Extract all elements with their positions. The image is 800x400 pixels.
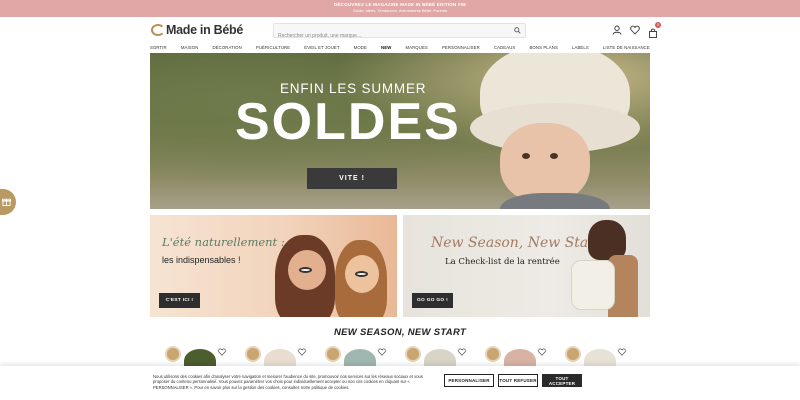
wishlist-heart-icon[interactable] bbox=[298, 343, 306, 356]
nav-labels[interactable]: LABELS bbox=[572, 45, 589, 50]
wishlist-heart-icon[interactable] bbox=[378, 343, 386, 356]
nav-bons-plans[interactable]: BONS PLANS bbox=[529, 45, 557, 50]
topbar-subtitle: Guide, idées, Tendances, événements Bébé… bbox=[352, 8, 448, 13]
label-badge bbox=[325, 346, 341, 362]
promo-child-hair bbox=[588, 220, 626, 260]
gift-tab[interactable] bbox=[0, 189, 16, 215]
cookie-accept-button[interactable]: TOUT ACCEPTER bbox=[542, 374, 582, 387]
hero-eye-right bbox=[550, 153, 558, 159]
hero-child-face bbox=[500, 123, 590, 203]
label-badge bbox=[245, 346, 261, 362]
hero-child-body bbox=[500, 193, 610, 209]
nav-maison[interactable]: MAISON bbox=[181, 45, 199, 50]
cookie-message: Nous utilisons des cookies afin d'analys… bbox=[153, 374, 423, 390]
promo-summer-heading: L'été naturellement : bbox=[162, 235, 285, 249]
promo-school-heading: New Season, New Start bbox=[431, 235, 601, 251]
nav-cadeaux[interactable]: CADEAUX bbox=[494, 45, 515, 50]
user-icon[interactable] bbox=[612, 25, 622, 35]
label-badge bbox=[165, 346, 181, 362]
wishlist-heart-icon[interactable] bbox=[458, 343, 466, 356]
label-badge bbox=[405, 346, 421, 362]
wishlist-heart-icon[interactable] bbox=[618, 343, 626, 356]
sunglasses-2 bbox=[355, 271, 368, 277]
promo-school-subtitle: La Check-list de la rentrée bbox=[445, 257, 560, 267]
nav-decoration[interactable]: DÉCORATION bbox=[212, 45, 241, 50]
logo-mark bbox=[151, 24, 165, 36]
cookie-refuse-button[interactable]: TOUT REFUSER bbox=[498, 374, 538, 387]
section-title: NEW SEASON, NEW START bbox=[333, 327, 467, 338]
promo-school-button[interactable]: GO GO GO ! bbox=[412, 293, 453, 308]
label-badge bbox=[485, 346, 501, 362]
nav-mode[interactable]: MODE bbox=[354, 45, 367, 50]
gift-icon bbox=[2, 198, 11, 206]
cookie-personalize-button[interactable]: PERSONNALISER bbox=[444, 374, 494, 387]
sunglasses-1 bbox=[299, 267, 312, 273]
cookie-banner: Nous utilisons des cookies afin d'analys… bbox=[0, 366, 800, 400]
wishlist-heart-icon[interactable] bbox=[538, 343, 546, 356]
search-input[interactable] bbox=[274, 29, 504, 43]
nav-marques[interactable]: MARQUES bbox=[405, 45, 427, 50]
promo-backpack bbox=[571, 260, 615, 310]
heart-icon[interactable] bbox=[630, 25, 640, 35]
nav-personnaliser[interactable]: PERSONNALISER bbox=[442, 45, 480, 50]
site-header: Made in Bébé 0 bbox=[0, 17, 800, 43]
logo-text: Made in Bébé bbox=[166, 23, 243, 37]
search-box bbox=[273, 23, 526, 43]
bag-icon bbox=[649, 28, 657, 38]
promo-summer[interactable]: L'été naturellement : les indispensables… bbox=[150, 215, 397, 317]
nav-liste-naissance[interactable]: LISTE DE NAISSANCE bbox=[603, 45, 650, 50]
main-nav: SORTIR MAISON DÉCORATION PUÉRICULTURE ÉVEIL … bbox=[150, 43, 650, 51]
promo-back-to-school[interactable]: New Season, New Start La Check-list de l… bbox=[403, 215, 650, 317]
header-icons: 0 bbox=[612, 22, 661, 38]
topbar-title: DÉCOUVREZ LE MAGAZINE MADE IN BÉBÉ ÉDITI… bbox=[334, 2, 466, 7]
hero-banner[interactable]: ENFIN LES SUMMER SOLDES VITE ! bbox=[150, 53, 650, 209]
wishlist-heart-icon[interactable] bbox=[218, 343, 226, 356]
site-logo[interactable]: Made in Bébé bbox=[151, 22, 243, 38]
hero-eye-left bbox=[522, 153, 530, 159]
search-icon[interactable] bbox=[514, 27, 521, 34]
cart-button[interactable]: 0 bbox=[648, 22, 661, 38]
nav-sortir[interactable]: SORTIR bbox=[150, 45, 167, 50]
nav-new[interactable]: NEW bbox=[381, 45, 391, 50]
label-badge bbox=[565, 346, 581, 362]
nav-eveil[interactable]: ÉVEIL ET JOUET bbox=[304, 45, 339, 50]
hero-cta-button[interactable]: VITE ! bbox=[307, 168, 397, 189]
promo-topbar[interactable]: DÉCOUVREZ LE MAGAZINE MADE IN BÉBÉ ÉDITI… bbox=[0, 0, 800, 17]
cart-count-badge: 0 bbox=[655, 22, 661, 28]
hero-title: SOLDES bbox=[235, 93, 461, 151]
promo-summer-subtitle: les indispensables ! bbox=[162, 255, 241, 265]
promo-summer-button[interactable]: C'EST ICI ! bbox=[159, 293, 200, 308]
nav-puericulture[interactable]: PUÉRICULTURE bbox=[256, 45, 290, 50]
